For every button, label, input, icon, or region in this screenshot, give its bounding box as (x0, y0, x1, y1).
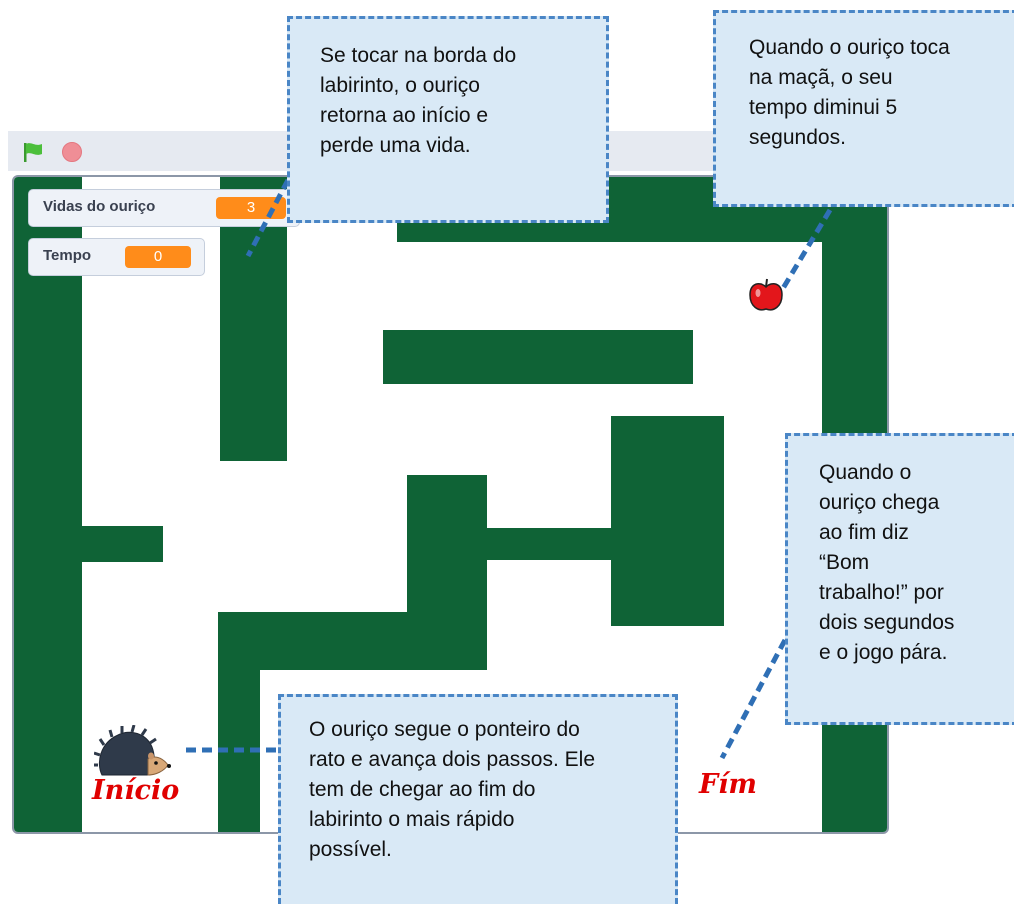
callout-line: labirinto o mais rápido (309, 808, 515, 831)
callout-end-rule: Quando o ouriço chega ao fim diz “Bom tr… (785, 433, 1014, 725)
maze-wall (822, 177, 887, 434)
callout-line: trabalho!” por (819, 581, 944, 604)
maze-wall (487, 528, 611, 560)
time-monitor: Tempo 0 (28, 238, 205, 276)
green-flag-icon[interactable] (22, 141, 46, 163)
callout-line: ao fim diz (819, 521, 909, 544)
lives-monitor-value: 3 (216, 197, 286, 219)
callout-apple-rule: Quando o ouriço toca na maçã, o seu temp… (713, 10, 1014, 207)
apple-icon[interactable] (746, 275, 786, 315)
callout-line: tempo diminui 5 (749, 96, 898, 119)
callout-mouse-rule: O ouriço segue o ponteiro do rato e avan… (278, 694, 678, 904)
callout-line: na maçã, o seu (749, 66, 893, 89)
callout-line: possível. (309, 838, 392, 861)
callout-line: labirinto, o ouriço (320, 74, 480, 97)
maze-wall (218, 670, 260, 832)
end-label: Fím (699, 769, 757, 800)
callout-line: “Bom (819, 551, 870, 574)
maze-wall (82, 526, 163, 562)
callout-line: e o jogo pára. (819, 641, 948, 664)
callout-line: dois segundos (819, 611, 955, 634)
lives-monitor: Vidas do ouriço 3 (28, 189, 300, 227)
callout-line: tem de chegar ao fim do (309, 778, 536, 801)
callout-line: segundos. (749, 126, 846, 149)
callout-line: O ouriço segue o ponteiro do (309, 718, 580, 741)
callout-line: Quando o ouriço toca (749, 36, 950, 59)
maze-wall (611, 416, 724, 626)
maze-wall (218, 612, 487, 670)
time-monitor-label: Tempo (43, 247, 92, 264)
stop-icon[interactable] (62, 142, 82, 162)
maze-wall (822, 722, 887, 832)
callout-border-rule: Se tocar na borda do labirinto, o ouriço… (287, 16, 609, 223)
time-monitor-value: 0 (125, 246, 191, 268)
lives-monitor-label: Vidas do ouriço (43, 198, 156, 215)
callout-line: perde uma vida. (320, 134, 471, 157)
callout-line: Se tocar na borda do (320, 44, 517, 67)
callout-line: ouriço chega (819, 491, 940, 514)
maze-wall (383, 330, 693, 384)
callout-line: rato e avança dois passos. Ele (309, 748, 596, 771)
start-label: Início (92, 775, 180, 806)
callout-line: Quando o (819, 461, 912, 484)
callout-line: retorna ao início e (320, 104, 489, 127)
